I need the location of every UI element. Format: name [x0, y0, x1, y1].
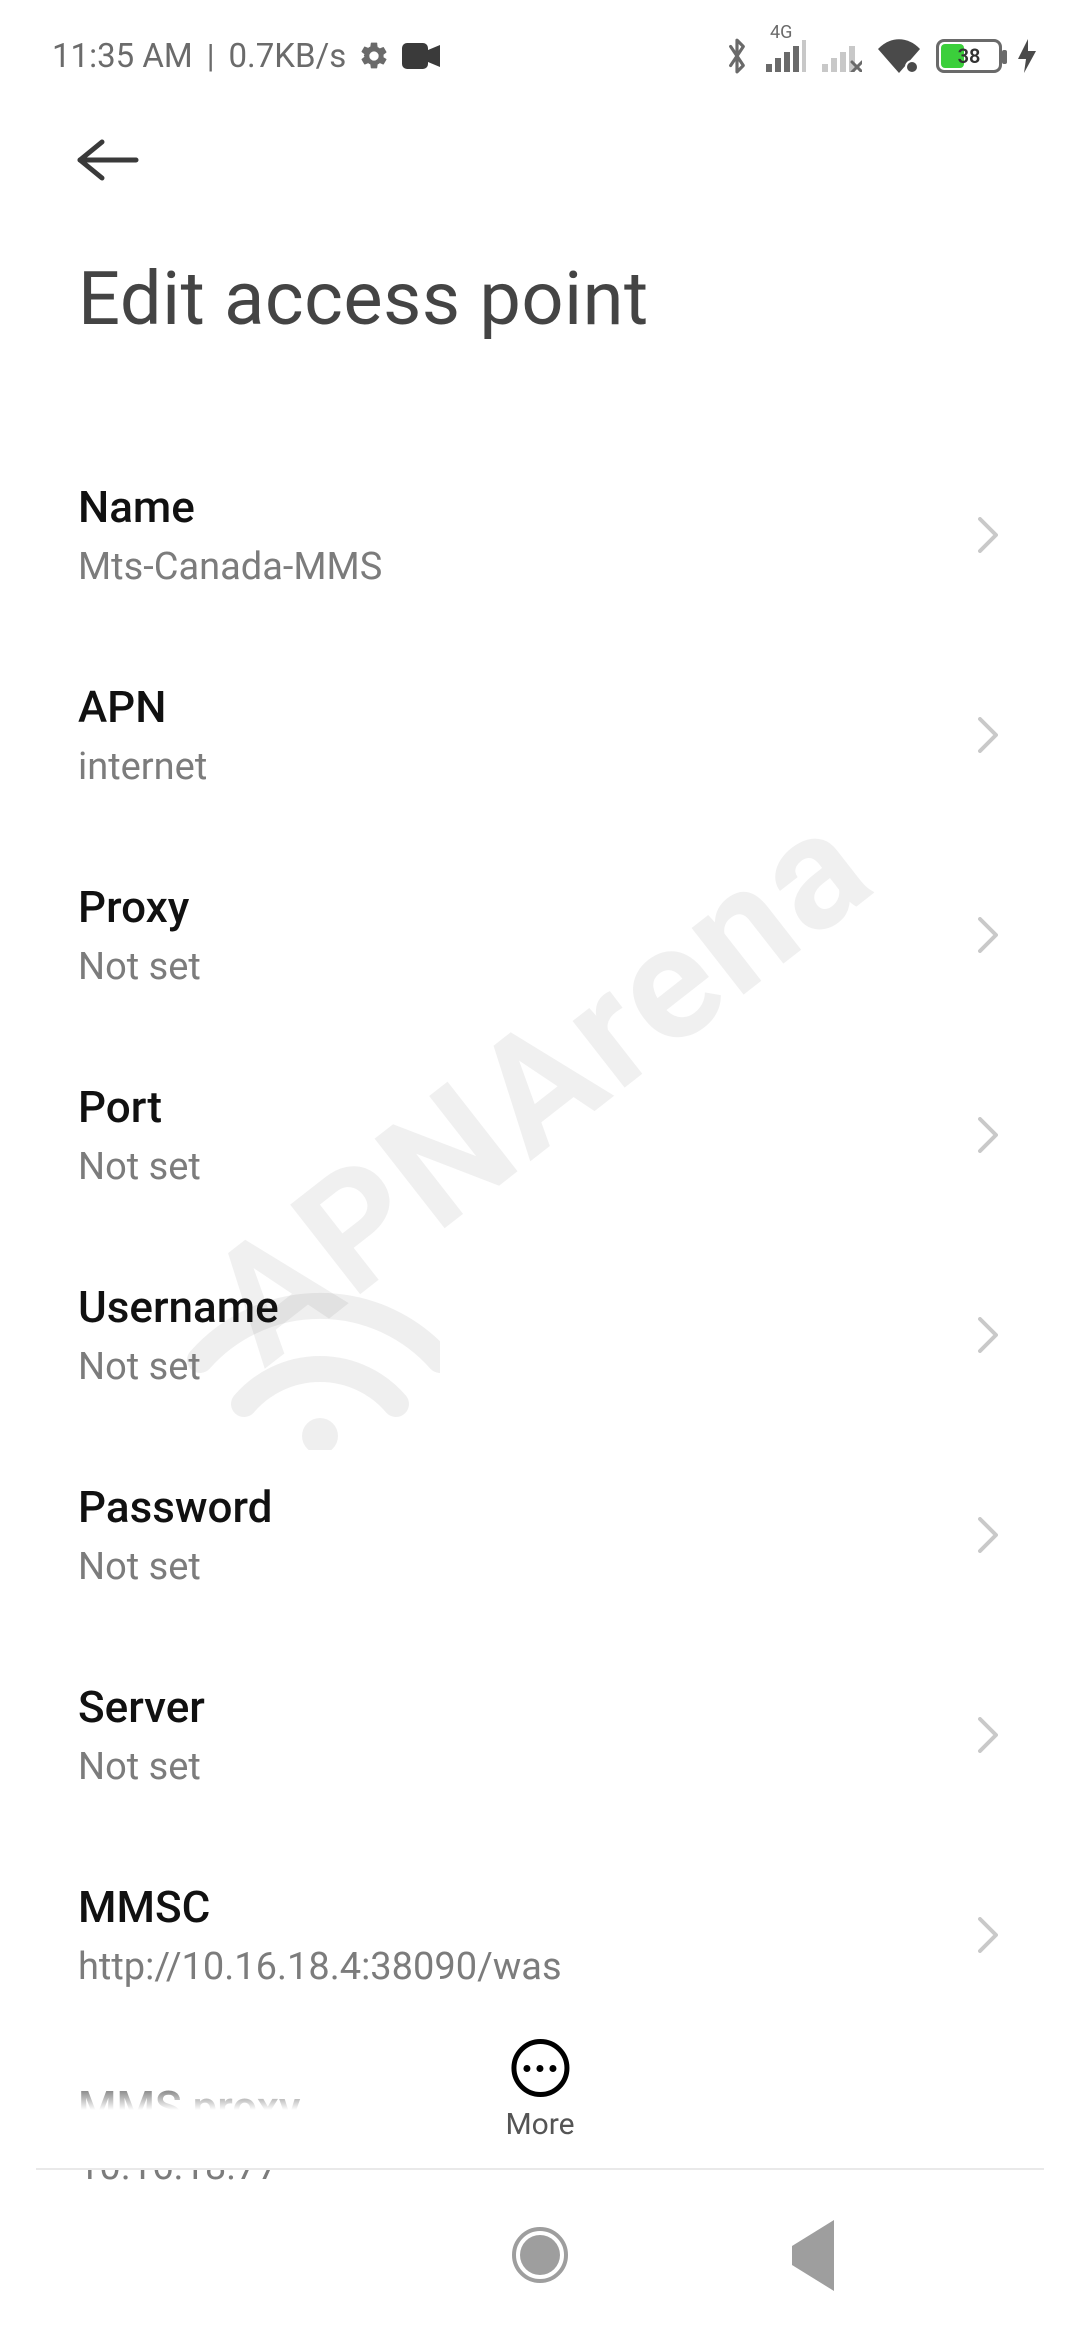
- setting-label: Username: [78, 1281, 279, 1333]
- back-button[interactable]: [76, 128, 140, 192]
- chevron-right-icon: [974, 1513, 1002, 1557]
- chevron-right-icon: [974, 913, 1002, 957]
- more-label: More: [505, 2107, 574, 2142]
- setting-label: Port: [78, 1081, 201, 1133]
- setting-label: Name: [78, 481, 382, 533]
- setting-value: Mts-Canada-MMS: [78, 541, 382, 589]
- nav-home-button[interactable]: [505, 2220, 575, 2290]
- status-bar: 11:35 AM | 0.7KB/s 4G 38: [0, 0, 1080, 90]
- setting-row-name[interactable]: Name Mts-Canada-MMS: [78, 435, 1002, 635]
- setting-value: Not set: [78, 1341, 279, 1389]
- setting-row-port[interactable]: Port Not set: [78, 1035, 1002, 1235]
- chevron-right-icon: [974, 1913, 1002, 1957]
- setting-value: Not set: [78, 941, 201, 989]
- setting-row-username[interactable]: Username Not set: [78, 1235, 1002, 1435]
- signal-no-sim-icon: [822, 40, 862, 72]
- setting-label: APN: [78, 681, 207, 733]
- setting-label: Password: [78, 1481, 272, 1533]
- status-data-rate: 0.7KB/s: [229, 37, 347, 76]
- setting-label: MMSC: [78, 1881, 562, 1933]
- arrow-left-icon: [76, 138, 140, 182]
- setting-row-mmsc[interactable]: MMSC http://10.16.18.4:38090/was: [78, 1835, 1002, 2035]
- chevron-right-icon: [974, 513, 1002, 557]
- setting-value: Not set: [78, 1741, 205, 1789]
- setting-row-proxy[interactable]: Proxy Not set: [78, 835, 1002, 1035]
- page-title: Edit access point: [0, 220, 1080, 435]
- setting-value: Not set: [78, 1141, 201, 1189]
- setting-label: MMS proxy: [78, 2081, 300, 2133]
- setting-label: Server: [78, 1681, 205, 1733]
- status-time: 11:35 AM: [52, 37, 193, 76]
- nav-back-button[interactable]: [778, 2220, 848, 2290]
- wifi-icon: [878, 39, 920, 73]
- setting-value: http://10.16.18.4:38090/was: [78, 1941, 562, 1989]
- chevron-right-icon: [974, 1713, 1002, 1757]
- chevron-right-icon: [974, 2113, 1002, 2157]
- signal-4g-label: 4G: [770, 22, 792, 43]
- video-camera-icon: [402, 43, 440, 69]
- more-button[interactable]: More: [505, 2039, 574, 2142]
- setting-label: Proxy: [78, 881, 201, 933]
- status-bar-left: 11:35 AM | 0.7KB/s: [52, 37, 440, 76]
- chevron-right-icon: [974, 713, 1002, 757]
- signal-4g-icon: 4G: [766, 40, 806, 72]
- setting-value: Not set: [78, 1541, 272, 1589]
- circle-icon: [512, 2227, 568, 2283]
- status-bar-right: 4G 38: [724, 37, 1036, 75]
- setting-value: internet: [78, 741, 207, 789]
- nav-recents-button[interactable]: [232, 2220, 302, 2290]
- more-horizontal-icon: [511, 2039, 569, 2097]
- chevron-right-icon: [974, 1113, 1002, 1157]
- chevron-right-icon: [974, 1313, 1002, 1357]
- screen-content: Edit access point Name Mts-Canada-MMS AP…: [0, 100, 1080, 2170]
- status-separator: |: [207, 37, 215, 75]
- triangle-left-icon: [792, 2246, 834, 2265]
- bluetooth-icon: [724, 37, 750, 75]
- setting-row-apn[interactable]: APN internet: [78, 635, 1002, 835]
- setting-row-server[interactable]: Server Not set: [78, 1635, 1002, 1835]
- system-nav-bar: [0, 2170, 1080, 2340]
- battery-percent: 38: [939, 44, 999, 68]
- setting-row-password[interactable]: Password Not set: [78, 1435, 1002, 1635]
- battery-icon: 38: [936, 39, 1002, 73]
- charging-bolt-icon: [1018, 39, 1036, 73]
- gear-icon: [358, 40, 390, 72]
- settings-list: Name Mts-Canada-MMS APN internet Proxy N…: [0, 435, 1080, 2235]
